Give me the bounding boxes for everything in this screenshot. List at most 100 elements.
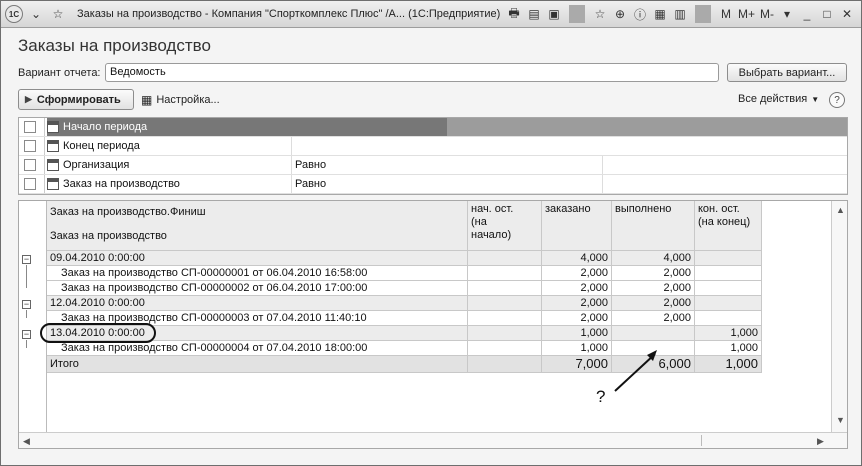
link-icon[interactable]: ⊕ bbox=[612, 5, 628, 23]
memory-mminus-button[interactable]: M- bbox=[759, 5, 775, 23]
row-done[interactable]: 4,000 bbox=[612, 251, 695, 266]
dropdown-icon[interactable]: ▾ bbox=[779, 5, 795, 23]
separator bbox=[568, 5, 585, 23]
scroll-up-icon[interactable]: ▲ bbox=[836, 205, 845, 215]
header-finish: Заказ на производство.Финиш bbox=[47, 201, 468, 225]
row-ordered[interactable]: 1,000 bbox=[542, 341, 612, 356]
settings-name-text: Начало периода bbox=[63, 121, 148, 133]
row-ordered[interactable]: 2,000 bbox=[542, 281, 612, 296]
settings-name: Заказ на производство bbox=[47, 175, 292, 193]
checkbox[interactable] bbox=[24, 159, 36, 171]
checkbox[interactable] bbox=[24, 178, 36, 190]
generate-button[interactable]: ▶ Сформировать bbox=[18, 89, 134, 110]
help-icon[interactable]: ? bbox=[829, 92, 845, 108]
row-start-balance[interactable] bbox=[468, 281, 542, 296]
row-done[interactable]: 2,000 bbox=[612, 296, 695, 311]
row-end-balance[interactable] bbox=[695, 266, 762, 281]
save-icon[interactable]: ▣ bbox=[546, 5, 562, 23]
separator bbox=[694, 5, 711, 23]
horizontal-scrollbar[interactable]: ◀ ▶ bbox=[19, 432, 847, 448]
row-text[interactable]: 12.04.2010 0:00:00 bbox=[47, 296, 468, 311]
calculator-icon[interactable]: ▦ bbox=[652, 5, 668, 23]
preview-icon[interactable]: ▤ bbox=[526, 5, 542, 23]
settings-condition[interactable]: Равно bbox=[293, 175, 603, 193]
row-start-balance[interactable] bbox=[468, 341, 542, 356]
settings-name: Конец периода bbox=[47, 137, 292, 155]
settings-row[interactable]: Заказ на производство Равно bbox=[19, 175, 847, 194]
total-row-text[interactable]: Итого bbox=[47, 356, 468, 373]
row-end-balance[interactable] bbox=[695, 296, 762, 311]
row-done[interactable] bbox=[612, 326, 695, 341]
settings-name: Начало периода bbox=[47, 118, 447, 136]
header-start-balance: нач. ост. (на начало) bbox=[468, 201, 542, 251]
row-ordered[interactable]: 2,000 bbox=[542, 311, 612, 326]
menu-down-icon[interactable]: ⌄ bbox=[27, 5, 45, 23]
row-end-balance[interactable]: 1,000 bbox=[695, 341, 762, 356]
document-icon bbox=[47, 178, 59, 190]
collapse-icon[interactable]: − bbox=[22, 300, 31, 309]
row-ordered[interactable]: 2,000 bbox=[542, 266, 612, 281]
memory-mplus-button[interactable]: M+ bbox=[738, 5, 755, 23]
scroll-right-icon[interactable]: ▶ bbox=[817, 436, 824, 447]
row-start-balance[interactable] bbox=[468, 266, 542, 281]
settings-row[interactable]: Конец периода bbox=[19, 137, 847, 156]
all-actions-menu[interactable]: Все действия ▼ bbox=[738, 93, 819, 105]
settings-row[interactable]: Начало периода bbox=[19, 118, 847, 137]
row-start-balance[interactable] bbox=[468, 326, 542, 341]
checkbox-cell bbox=[19, 175, 45, 193]
title-bar: 1С ⌄ ☆ Заказы на производство - Компания… bbox=[1, 1, 861, 28]
window-title: Заказы на производство - Компания "Спорт… bbox=[77, 8, 501, 20]
checkbox[interactable] bbox=[24, 140, 36, 152]
row-done[interactable]: 2,000 bbox=[612, 311, 695, 326]
total-row-ordered[interactable]: 7,000 bbox=[542, 356, 612, 373]
close-icon[interactable]: ✕ bbox=[839, 5, 855, 23]
row-start-balance[interactable] bbox=[468, 296, 542, 311]
settings-row[interactable]: Организация Равно bbox=[19, 156, 847, 175]
generate-label: Сформировать bbox=[36, 93, 121, 106]
total-row-start-balance[interactable] bbox=[468, 356, 542, 373]
total-row-end-balance[interactable]: 1,000 bbox=[695, 356, 762, 373]
collapse-icon[interactable]: − bbox=[22, 255, 31, 264]
row-ordered[interactable]: 1,000 bbox=[542, 326, 612, 341]
checkbox-cell bbox=[19, 137, 45, 155]
checkbox-cell bbox=[19, 156, 45, 174]
row-end-balance[interactable]: 1,000 bbox=[695, 326, 762, 341]
scroll-down-icon[interactable]: ▼ bbox=[836, 415, 845, 425]
row-text[interactable]: Заказ на производство СП-00000002 от 06.… bbox=[47, 281, 468, 296]
report-area: Заказ на производство.Финиш Заказ на про… bbox=[18, 200, 848, 449]
settings-button[interactable]: ▦ Настройка... bbox=[141, 93, 220, 107]
row-end-balance[interactable] bbox=[695, 251, 762, 266]
checkbox[interactable] bbox=[24, 121, 36, 133]
choose-variant-button[interactable]: Выбрать вариант... bbox=[727, 63, 847, 82]
maximize-icon[interactable]: □ bbox=[819, 5, 835, 23]
row-ordered[interactable]: 4,000 bbox=[542, 251, 612, 266]
print-icon[interactable]: 🖶 bbox=[506, 5, 522, 23]
calendar-icon[interactable]: ▥ bbox=[672, 5, 688, 23]
row-text[interactable]: Заказ на производство СП-00000001 от 06.… bbox=[47, 266, 468, 281]
star-icon[interactable]: ☆ bbox=[49, 5, 67, 23]
variant-input[interactable]: Ведомость bbox=[105, 63, 719, 82]
row-done[interactable]: 2,000 bbox=[612, 266, 695, 281]
favorite-icon[interactable]: ☆ bbox=[592, 5, 608, 23]
row-end-balance[interactable] bbox=[695, 311, 762, 326]
variant-label: Вариант отчета: bbox=[18, 67, 101, 79]
scroll-left-icon[interactable]: ◀ bbox=[23, 436, 30, 447]
annotation-arrow bbox=[614, 350, 657, 392]
row-text[interactable]: 09.04.2010 0:00:00 bbox=[47, 251, 468, 266]
row-start-balance[interactable] bbox=[468, 251, 542, 266]
1c-logo-icon[interactable]: 1С bbox=[5, 5, 23, 23]
row-end-balance[interactable] bbox=[695, 281, 762, 296]
collapse-icon[interactable]: − bbox=[22, 330, 31, 339]
tree-line bbox=[26, 265, 27, 288]
row-done[interactable]: 2,000 bbox=[612, 281, 695, 296]
header-order: Заказ на производство bbox=[47, 225, 468, 251]
row-ordered[interactable]: 2,000 bbox=[542, 296, 612, 311]
minimize-icon[interactable]: _ bbox=[799, 5, 815, 23]
memory-m-button[interactable]: M bbox=[718, 5, 734, 23]
vertical-scrollbar[interactable]: ▲ ▼ bbox=[831, 201, 847, 432]
row-text[interactable]: Заказ на производство СП-00000004 от 07.… bbox=[47, 341, 468, 356]
tree-line bbox=[26, 340, 27, 348]
info-icon[interactable]: ⓘ bbox=[632, 5, 648, 23]
row-start-balance[interactable] bbox=[468, 311, 542, 326]
settings-condition[interactable]: Равно bbox=[293, 156, 603, 174]
